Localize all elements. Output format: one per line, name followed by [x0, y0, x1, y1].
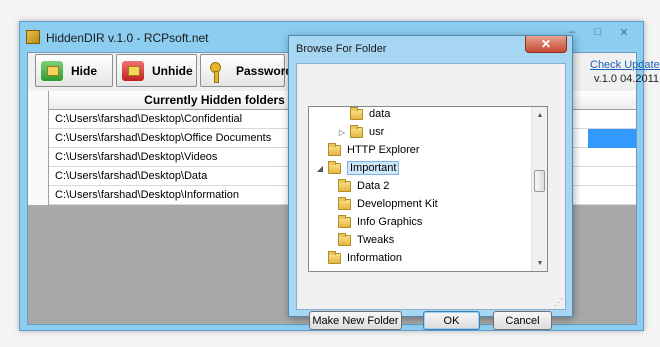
scroll-down-arrow-icon[interactable]: ▼ — [532, 255, 547, 271]
folder-path-cell: C:\Users\farshad\Desktop\Data — [55, 170, 208, 182]
window-title: HiddenDIR v.1.0 - RCPsoft.net — [46, 31, 209, 45]
dialog-body: data ▷ usr HTTP Explorer ◢ Important Dat… — [296, 63, 566, 330]
tree-item-info-graphics[interactable]: Info Graphics — [325, 213, 422, 231]
collapse-arrow-icon[interactable]: ◢ — [315, 164, 325, 173]
folder-icon — [338, 214, 351, 228]
unhide-button-label: Unhide — [152, 63, 193, 78]
tree-item-label: Info Graphics — [357, 216, 423, 228]
folder-icon — [338, 196, 351, 210]
tree-item-development-kit[interactable]: Development Kit — [325, 195, 438, 213]
tree-item-important[interactable]: ◢ Important — [315, 159, 400, 177]
row-header[interactable] — [28, 186, 49, 205]
ok-button[interactable]: OK — [423, 311, 480, 330]
folder-path-cell: C:\Users\farshad\Desktop\Confidential — [55, 113, 243, 125]
password-button-label: Password — [236, 63, 293, 78]
tree-item-label: Development Kit — [357, 198, 438, 210]
tree-item-data-2[interactable]: Data 2 — [325, 177, 389, 195]
tree-item-label: Information — [347, 252, 403, 264]
folder-tree[interactable]: data ▷ usr HTTP Explorer ◢ Important Dat… — [308, 106, 548, 272]
dialog-title: Browse For Folder — [296, 43, 387, 55]
make-new-folder-button[interactable]: Make New Folder — [309, 311, 402, 330]
browse-for-folder-dialog: Browse For Folder ✕ data ▷ usr HTTP Expl… — [288, 35, 573, 330]
folder-icon — [338, 178, 351, 192]
cancel-button[interactable]: Cancel — [493, 311, 552, 330]
scroll-up-arrow-icon[interactable]: ▲ — [532, 107, 547, 123]
app-icon — [26, 30, 40, 44]
tree-item-label: HTTP Explorer — [347, 144, 420, 156]
selection-highlight — [588, 129, 636, 148]
version-label: v.1.0 04.2011 — [594, 73, 660, 85]
row-header[interactable] — [28, 167, 49, 186]
row-header[interactable] — [28, 110, 49, 129]
check-updates-link[interactable]: Check Updates — [590, 59, 660, 71]
folder-icon — [328, 250, 341, 264]
tree-item-label: Tweaks — [357, 234, 395, 246]
folder-icon — [350, 124, 363, 138]
password-button[interactable]: Password — [200, 54, 293, 87]
folder-path-cell: C:\Users\farshad\Desktop\Office Document… — [55, 132, 272, 144]
hide-folder-icon — [41, 60, 63, 81]
hide-button-label: Hide — [71, 63, 98, 78]
folder-path-cell: C:\Users\farshad\Desktop\Information — [55, 189, 240, 201]
tree-scrollbar[interactable]: ▲ ▼ — [531, 107, 547, 271]
unhide-folder-icon — [122, 60, 144, 81]
tree-item-tweaks[interactable]: Tweaks — [325, 231, 394, 249]
hide-button[interactable]: Hide — [35, 54, 113, 87]
close-button[interactable]: ✕ — [611, 22, 637, 42]
tree-item-label: Data 2 — [357, 180, 390, 192]
tree-item-data[interactable]: data — [337, 107, 391, 123]
maximize-button[interactable]: □ — [585, 22, 611, 42]
resize-grip-icon[interactable]: ⋰ — [553, 297, 563, 307]
folder-icon — [328, 142, 341, 156]
folder-path-cell: C:\Users\farshad\Desktop\Videos — [55, 151, 218, 163]
key-icon — [206, 61, 228, 83]
tree-item-label: data — [369, 108, 391, 120]
dialog-close-button[interactable]: ✕ — [525, 36, 567, 53]
folder-icon — [328, 160, 341, 174]
tree-item-information[interactable]: Information — [315, 249, 402, 267]
tree-item-http-explorer[interactable]: HTTP Explorer — [315, 141, 420, 159]
folder-icon — [338, 232, 351, 246]
tree-item-usr[interactable]: ▷ usr — [337, 123, 384, 141]
tree-item-label: Important — [347, 161, 400, 175]
corner-cell — [28, 91, 49, 110]
scroll-thumb[interactable] — [534, 170, 545, 192]
row-header[interactable] — [28, 148, 49, 167]
folder-icon — [350, 107, 363, 120]
expand-arrow-icon[interactable]: ▷ — [337, 128, 347, 137]
row-header[interactable] — [28, 129, 49, 148]
tree-item-label: usr — [369, 126, 385, 138]
unhide-button[interactable]: Unhide — [116, 54, 197, 87]
